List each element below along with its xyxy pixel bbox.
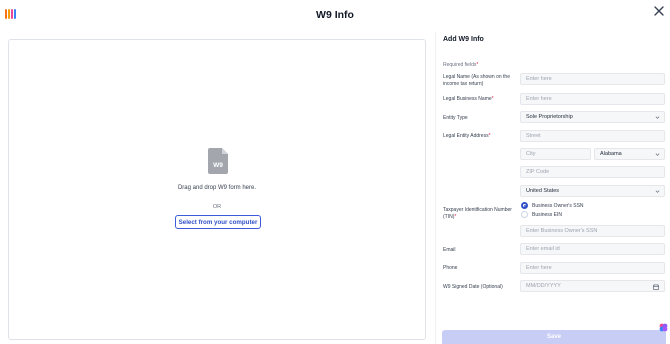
entity-type-select[interactable]: Sole Proprietorship [520,111,665,123]
entity-type-value: Sole Proprietorship [526,114,573,120]
or-text: OR [212,204,222,210]
address-label: Legal Entity Address* [443,133,491,139]
calendar-icon[interactable] [653,283,659,290]
top-bar: W9 Info [0,0,670,32]
panel-title: Add W9 Info [443,36,484,43]
tin-label: Taxpayer Identification Number (TIN)* [443,207,512,220]
chevron-down-icon [655,153,660,156]
phone-input[interactable]: Enter here [520,262,665,274]
state-value: Alabama [600,151,622,157]
street-input[interactable]: Street [520,130,665,142]
ssn-radio[interactable] [521,202,528,209]
zip-input[interactable]: ZIP Code [520,166,665,178]
save-button[interactable]: Save [442,330,666,344]
legal-name-label: Legal Name (As shown on the income tax r… [443,74,510,87]
signed-date-input[interactable]: MM/DD/YYYY [520,280,665,292]
file-icon: W9 [208,148,228,174]
close-icon[interactable] [653,5,665,17]
ssn-input[interactable]: Enter Business Owner's SSN [520,225,665,237]
business-name-input[interactable]: Enter here [520,93,665,105]
ein-radio[interactable] [521,211,528,218]
country-select[interactable]: United States [520,185,665,197]
required-note: Required fields* [443,62,479,68]
chevron-down-icon [655,116,660,119]
email-label: Email [443,247,456,253]
state-select[interactable]: Alabama [594,148,665,160]
business-name-label: Legal Business Name* [443,96,494,102]
page-title: W9 Info [316,9,354,21]
file-type-label: W9 [213,162,223,169]
signed-date-placeholder: MM/DD/YYYY [526,283,561,289]
city-input[interactable]: City [520,148,591,160]
entity-type-label: Entity Type [443,115,468,121]
chat-icon[interactable] [659,323,668,332]
drop-text: Drag and drop W9 form here. [177,185,257,191]
ein-radio-label: Business EIN [532,212,563,218]
select-file-button[interactable]: Select from your computer [175,215,261,229]
dropzone[interactable]: W9 Drag and drop W9 form here. OR Select… [8,39,426,340]
ssn-radio-label: Business Owner's SSN [532,203,584,209]
legal-name-input[interactable]: Enter here [520,73,665,85]
email-input[interactable]: Enter email id [520,243,665,255]
signed-date-label: W9 Signed Date (Optional) [443,284,503,290]
divider [435,32,436,344]
phone-label: Phone [443,265,458,271]
chevron-down-icon [655,190,660,193]
country-value: United States [526,188,560,194]
